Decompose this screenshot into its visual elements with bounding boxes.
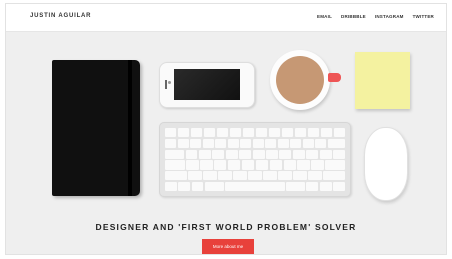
coffee-mug-image [270, 50, 341, 110]
key-row [165, 138, 346, 148]
key [306, 181, 319, 191]
key [306, 149, 319, 159]
key [198, 149, 211, 159]
phone-screen [174, 69, 240, 100]
more-about-me-button[interactable]: More about me [202, 239, 254, 254]
key [216, 128, 229, 138]
desk-illustration [6, 4, 446, 254]
key [319, 181, 332, 191]
key [241, 160, 255, 170]
key-row [165, 149, 345, 159]
keyboard-keys [165, 128, 346, 191]
key [240, 138, 251, 148]
key [233, 171, 247, 181]
phone-image [159, 62, 255, 108]
key [323, 171, 346, 181]
key [165, 149, 185, 159]
key [315, 138, 326, 148]
key [229, 128, 242, 138]
key [248, 171, 262, 181]
key [266, 149, 278, 159]
key [333, 181, 345, 191]
key [255, 160, 269, 170]
key [268, 128, 281, 138]
key [204, 181, 224, 191]
key-row [165, 171, 346, 181]
page: JUSTIN AGUILAR EMAIL DRIBBBLE INSTAGRAM … [6, 4, 446, 254]
key [319, 149, 332, 159]
notebook-strap [128, 60, 132, 196]
key [265, 138, 276, 148]
phone-port [165, 80, 167, 89]
key [186, 160, 199, 170]
key [279, 149, 292, 159]
key [185, 149, 198, 159]
phone-camera [168, 81, 171, 84]
key [239, 149, 252, 159]
key [327, 138, 346, 148]
keyboard-image [159, 122, 351, 197]
key [333, 128, 346, 138]
key [302, 138, 314, 148]
key [311, 160, 324, 170]
key [225, 149, 238, 159]
key [278, 171, 292, 181]
key [255, 128, 268, 138]
key [200, 160, 213, 170]
key [202, 138, 214, 148]
key [320, 128, 333, 138]
key [165, 138, 176, 148]
key [286, 181, 305, 191]
key [214, 160, 227, 170]
key [227, 160, 241, 170]
key [188, 171, 202, 181]
coffee [276, 56, 324, 104]
key [252, 149, 265, 159]
key [165, 128, 177, 138]
key [178, 181, 191, 191]
mug-handle [328, 73, 341, 82]
key [269, 160, 283, 170]
mouse-image [364, 127, 408, 201]
key [225, 181, 285, 191]
key [177, 138, 189, 148]
key [227, 138, 239, 148]
key [203, 171, 217, 181]
key [190, 128, 203, 138]
key [297, 160, 310, 170]
key-row [165, 181, 345, 191]
key [242, 128, 255, 138]
hero-headline: DESIGNER AND 'FIRST WORLD PROBLEM' SOLVE… [95, 222, 357, 232]
key [325, 160, 346, 170]
key [307, 128, 320, 138]
key [293, 171, 307, 181]
key [212, 149, 225, 159]
key [294, 128, 307, 138]
key [190, 138, 201, 148]
key [165, 181, 177, 191]
key [292, 149, 305, 159]
sticky-note-image [355, 52, 410, 109]
key [218, 171, 232, 181]
key [191, 181, 204, 191]
key [165, 160, 185, 170]
key [263, 171, 277, 181]
key [281, 128, 294, 138]
key [203, 128, 216, 138]
key [333, 149, 345, 159]
key [215, 138, 226, 148]
key [308, 171, 322, 181]
key [283, 160, 296, 170]
notebook-image [52, 60, 140, 196]
key-row [165, 160, 346, 170]
key [290, 138, 301, 148]
key [165, 171, 187, 181]
key-row [165, 128, 346, 138]
key [252, 138, 264, 148]
key [277, 138, 289, 148]
key [177, 128, 190, 138]
